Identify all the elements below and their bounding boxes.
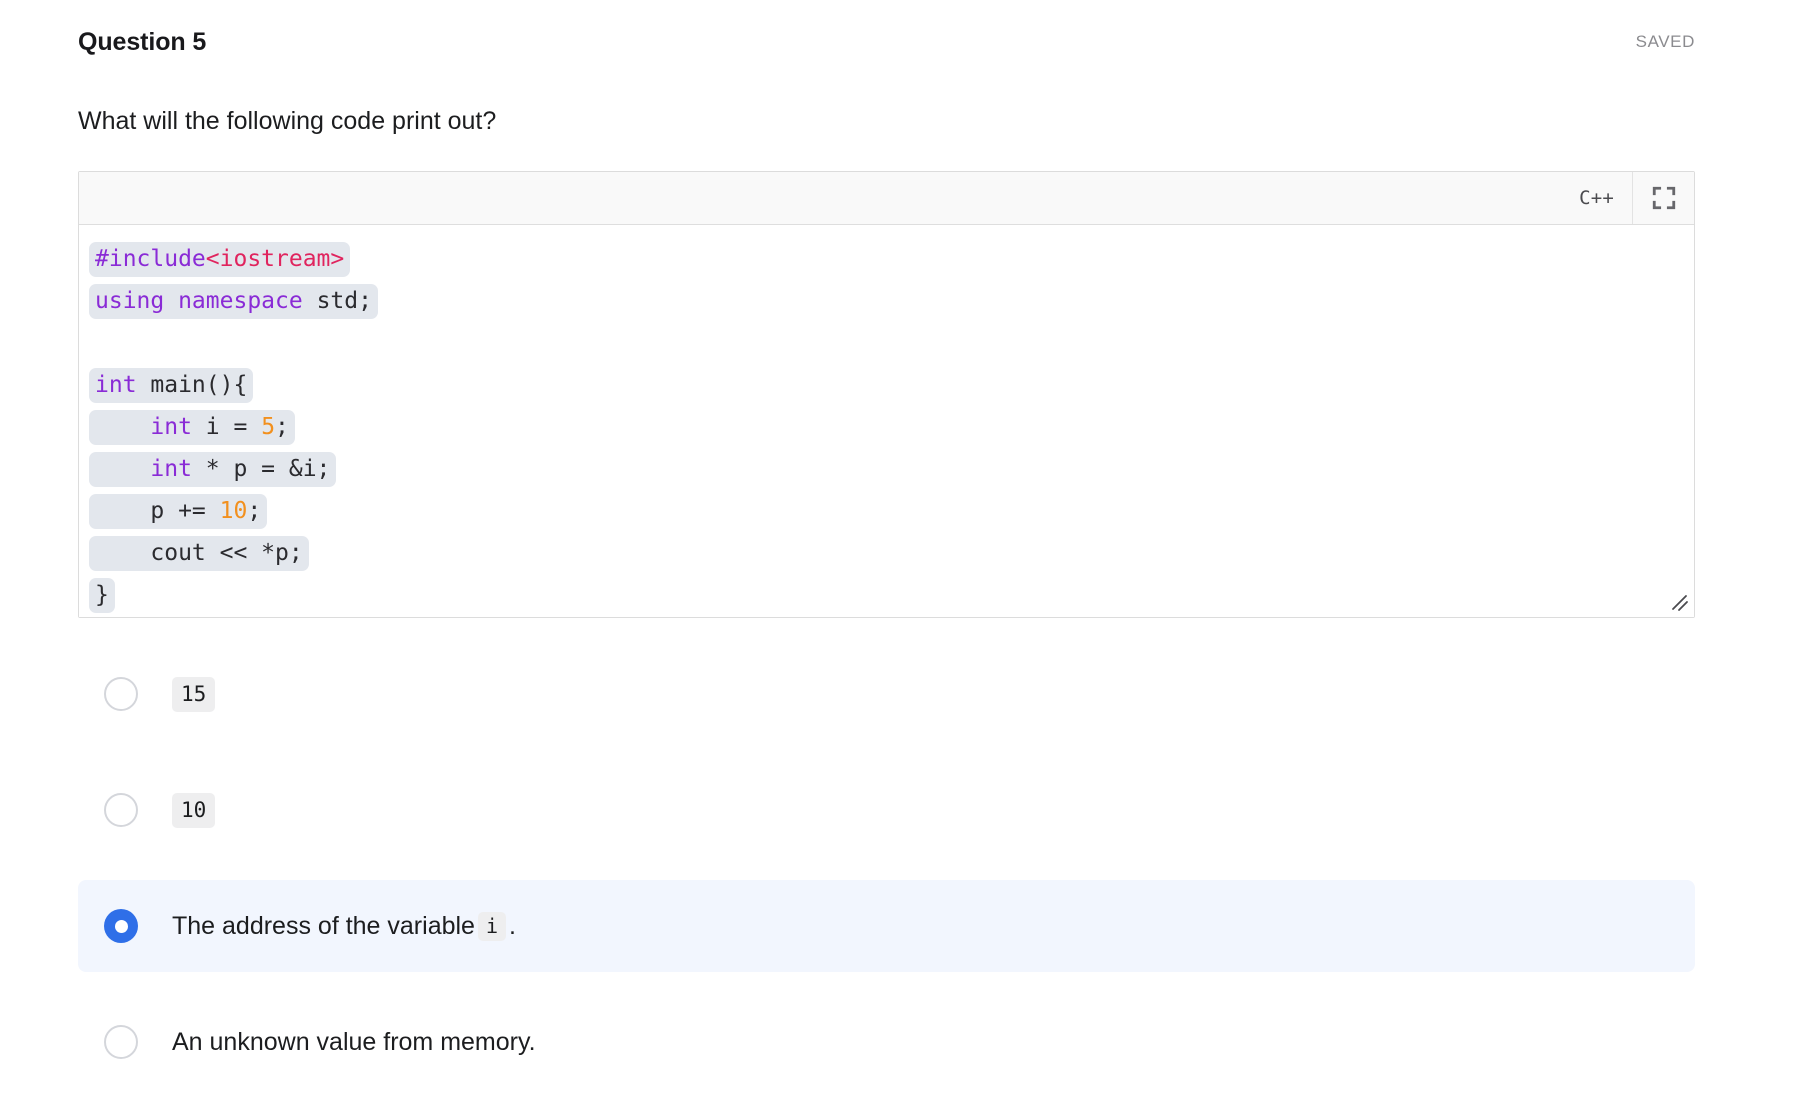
option-row[interactable]: An unknown value from memory.	[78, 996, 1695, 1088]
code-content: #include<iostream> using namespace std; i…	[79, 238, 1694, 616]
code-line: int * p = &i;	[89, 448, 337, 490]
option-code-chip: 15	[172, 676, 216, 712]
code-line-highlight: using namespace std;	[89, 284, 378, 319]
code-token: using namespace	[95, 288, 317, 314]
code-token: p +=	[95, 498, 220, 524]
code-area[interactable]: #include<iostream> using namespace std; i…	[79, 225, 1694, 617]
code-line: #include<iostream>	[89, 238, 351, 280]
code-line: int main(){	[89, 364, 254, 406]
code-line: using namespace std;	[89, 280, 378, 322]
answer-options: 15 10 The address of the variable i. An unk…	[78, 648, 1695, 1112]
option-code-chip: 10	[172, 792, 216, 828]
page-title: Question 5	[78, 28, 207, 56]
code-line-highlight: #include<iostream>	[89, 242, 351, 277]
option-label: An unknown value from memory.	[172, 1025, 536, 1059]
code-line-highlight: int main(){	[89, 368, 254, 403]
code-token: 10	[219, 498, 248, 524]
code-editor-toolbar: C++	[79, 172, 1694, 225]
code-token: #include	[95, 246, 206, 272]
option-label: 10	[172, 792, 216, 828]
code-line-highlight: }	[89, 578, 115, 613]
radio-checked-icon[interactable]	[104, 909, 138, 943]
option-text-suffix: .	[509, 912, 516, 940]
expand-button[interactable]	[1632, 172, 1694, 224]
option-row[interactable]: The address of the variable i.	[78, 880, 1695, 972]
code-line-highlight: int * p = &i;	[89, 452, 337, 487]
code-editor: C++ #include<iostream> using namespace st…	[78, 171, 1695, 618]
code-line-highlight: p += 10;	[89, 494, 268, 529]
code-token: * p = &i;	[191, 456, 331, 482]
code-token: ;	[247, 498, 262, 524]
code-token: ;	[275, 414, 289, 440]
code-token: int	[150, 414, 192, 440]
code-line: cout << *p;	[89, 532, 309, 574]
language-label: C++	[1579, 187, 1614, 209]
code-token: int	[150, 456, 192, 482]
code-line-highlight: int i = 5;	[89, 410, 295, 445]
option-text: The address of the variable	[172, 912, 475, 940]
radio-unchecked-icon[interactable]	[104, 677, 138, 711]
option-row[interactable]: 10	[78, 764, 1695, 856]
option-row[interactable]: 15	[78, 648, 1695, 740]
code-token: cout << *p;	[95, 540, 303, 566]
code-token: int	[95, 372, 137, 398]
code-token: std;	[316, 288, 372, 314]
code-token: 5	[261, 414, 276, 440]
option-inline-code-chip: i	[477, 911, 507, 941]
option-label: 15	[172, 676, 216, 712]
expand-fullscreen-icon	[1652, 186, 1675, 210]
question-page: Question 5 SAVED What will the following…	[0, 0, 1806, 1108]
code-line: int i = 5;	[89, 406, 295, 448]
resize-grip-icon[interactable]	[1669, 592, 1689, 612]
code-token: <iostream>	[205, 246, 345, 272]
code-token: i =	[191, 414, 262, 440]
radio-unchecked-icon[interactable]	[104, 1025, 138, 1059]
option-label: The address of the variable i.	[172, 909, 516, 943]
option-text: An unknown value from memory.	[172, 1028, 536, 1056]
code-token: main(){	[136, 372, 248, 398]
code-line: p += 10;	[89, 490, 268, 532]
status-badge: SAVED	[1635, 32, 1695, 51]
code-line: }	[89, 574, 115, 616]
question-header: Question 5 SAVED	[78, 22, 1695, 62]
radio-unchecked-icon[interactable]	[104, 793, 138, 827]
code-token: }	[95, 582, 109, 608]
code-line-highlight: cout << *p;	[89, 536, 309, 571]
question-prompt: What will the following code print out?	[78, 107, 497, 135]
